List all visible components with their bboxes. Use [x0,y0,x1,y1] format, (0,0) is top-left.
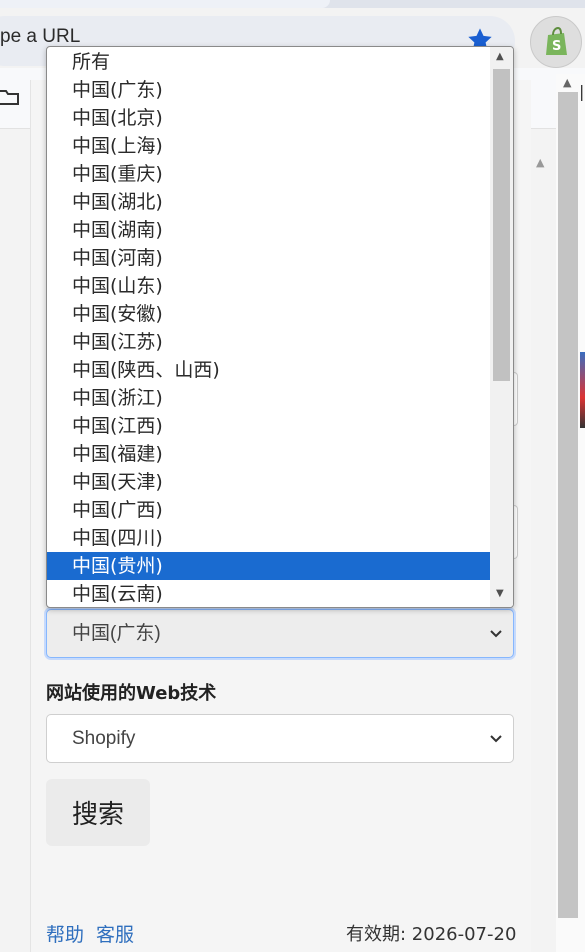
region-option[interactable]: 中国(广东) [47,76,490,104]
region-option[interactable]: 中国(湖南) [47,216,490,244]
folder-icon[interactable] [0,86,22,108]
region-select[interactable]: 中国(广东) [46,609,514,658]
region-option[interactable]: 中国(上海) [47,132,490,160]
region-dropdown-list[interactable]: 所有 中国(广东) 中国(北京) 中国(上海) 中国(重庆) 中国(湖北) 中国(湖南) 中国… [46,46,514,608]
active-tab[interactable] [0,0,330,8]
region-option[interactable]: 中国(重庆) [47,160,490,188]
chevron-down-icon [490,735,502,743]
page-scroll-up-icon[interactable]: ▲ [563,76,571,89]
dropdown-scroll-thumb[interactable] [493,69,510,381]
tab-strip [0,0,585,8]
dropdown-scrollbar[interactable]: ▲ ▼ [490,47,513,607]
svg-text:S: S [552,39,561,54]
web-tech-select-value: Shopify [72,728,136,749]
shopify-extension-button[interactable]: S [530,16,582,68]
region-option[interactable]: 中国(湖北) [47,188,490,216]
region-option[interactable]: 中国(山东) [47,272,490,300]
search-button[interactable]: 搜索 [46,779,150,846]
help-link[interactable]: 帮助 [46,920,84,947]
page-scrollbar[interactable] [558,92,578,918]
region-option[interactable]: 中国(河南) [47,244,490,272]
region-option[interactable]: 中国(陕西、山西) [47,356,490,384]
page-edge-text: | [579,82,585,101]
support-link[interactable]: 客服 [96,920,134,947]
region-select-value: 中国(广东) [72,623,161,644]
region-option[interactable]: 中国(四川) [47,524,490,552]
popup-scroll-up-icon[interactable]: ▲ [536,156,544,169]
expiry-date: 有效期: 2026-07-20 [346,924,517,945]
chevron-down-icon [490,630,502,638]
web-tech-select[interactable]: Shopify [46,714,514,763]
scroll-up-arrow-icon[interactable]: ▲ [496,51,504,62]
region-option[interactable]: 中国(浙江) [47,384,490,412]
scroll-down-arrow-icon[interactable]: ▼ [496,588,504,599]
region-option[interactable]: 中国(江西) [47,412,490,440]
page-edge-image [580,352,585,428]
region-option[interactable]: 中国(天津) [47,468,490,496]
region-option[interactable]: 所有 [47,48,490,76]
region-option[interactable]: 中国(江苏) [47,328,490,356]
shopify-bag-icon: S [546,27,567,55]
region-option[interactable]: 中国(北京) [47,104,490,132]
region-option[interactable]: 中国(安徽) [47,300,490,328]
region-options: 所有 中国(广东) 中国(北京) 中国(上海) 中国(重庆) 中国(湖北) 中国(湖南) 中国… [47,48,490,607]
region-option[interactable]: 中国(广西) [47,496,490,524]
region-option[interactable]: 中国(云南) [47,580,490,607]
web-tech-label: 网站使用的Web技术 [46,683,217,704]
region-option[interactable]: 中国(贵州) [47,552,490,580]
region-option[interactable]: 中国(福建) [47,440,490,468]
address-bar-placeholder: pe a URL [0,26,81,47]
